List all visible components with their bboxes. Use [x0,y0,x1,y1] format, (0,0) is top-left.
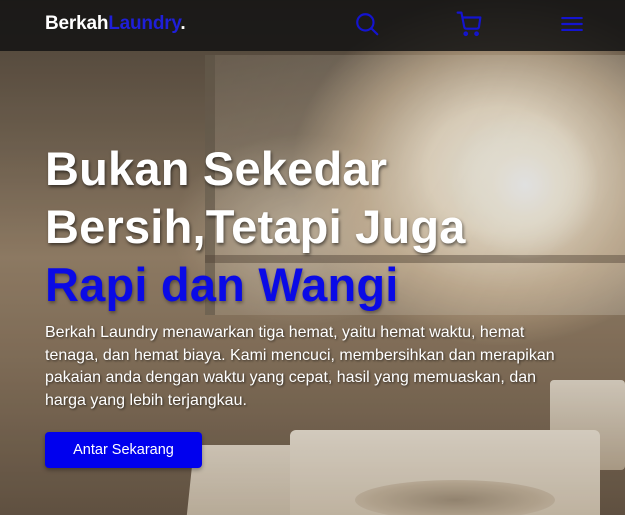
navbar: BerkahLaundry. [0,0,625,51]
brand-accent: Laundry [108,13,181,34]
brand-logo[interactable]: BerkahLaundry. [45,13,186,35]
cart-icon[interactable] [456,11,482,37]
search-icon[interactable] [354,11,380,37]
brand-primary: Berkah [45,13,109,34]
hero-section: Bukan Sekedar Bersih,Tetapi Juga Rapi da… [45,140,585,468]
headline-line-2: Bersih,Tetapi Juga [45,200,466,253]
hero-description: Berkah Laundry menawarkan tiga hemat, ya… [45,324,555,409]
headline-line-1: Bukan Sekedar [45,142,388,195]
menu-icon[interactable] [559,11,585,37]
hero-headline: Bukan Sekedar Bersih,Tetapi Juga Rapi da… [45,140,585,314]
brand-dot: . [180,13,186,34]
headline-highlight: Rapi dan Wangi [45,258,399,311]
antar-sekarang-button[interactable]: Antar Sekarang [45,432,202,468]
landing-page: BerkahLaundry. Bukan Sekedar Bersih,Teta… [0,0,625,515]
